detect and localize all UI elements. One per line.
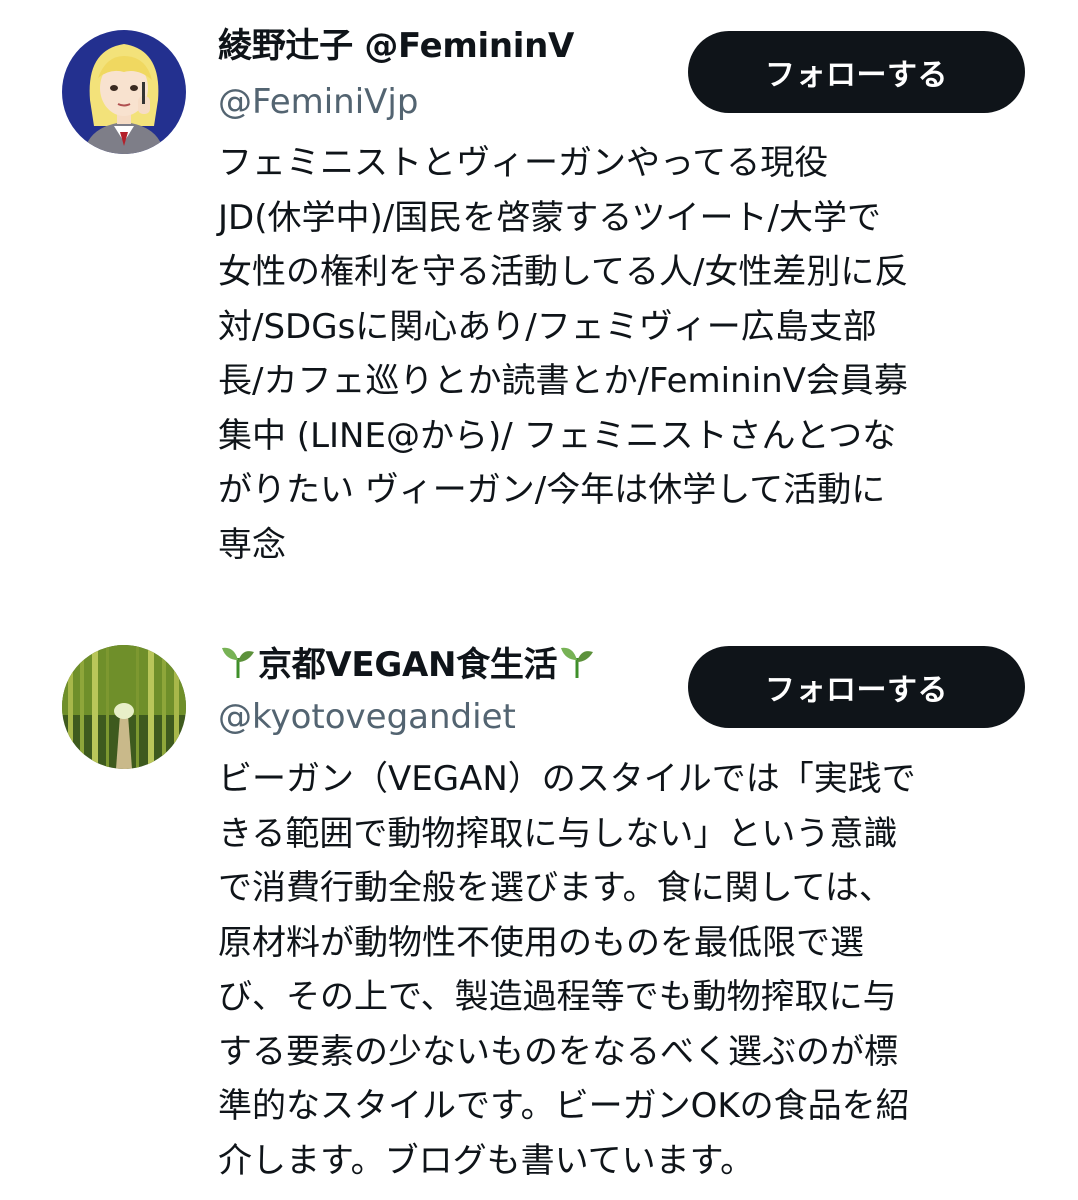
bio-line: 集中 (LINE@から)/ フェミニストさんとつな <box>218 415 897 456</box>
avatar[interactable] <box>62 30 186 154</box>
seedling-icon <box>561 647 594 678</box>
bio-line: 女性の権利を守る活動してる人/女性差別に反 <box>218 252 909 292</box>
avatar[interactable] <box>62 645 186 769</box>
illustrated-woman-avatar-icon <box>62 30 186 154</box>
bio-line: び、その上で、製造過程等でも動物搾取に与 <box>218 977 897 1017</box>
display-name-text: 京都VEGAN食生活 <box>258 645 558 685</box>
account-card[interactable]: 綾野辻子 @FemininV @FeminiVjp フォローする フェミニストと… <box>0 0 1078 600</box>
seedling-icon <box>222 647 254 678</box>
bio-line: 専念 <box>218 524 286 565</box>
follow-button[interactable]: フォローする <box>688 31 1025 113</box>
profile-bio: ビーガン（VEGAN）のスタイルでは「実践で きる範囲で動物搾取に与しない」とい… <box>218 752 1038 1188</box>
bio-line: 介します。ブログも書いています。 <box>218 1140 755 1181</box>
bio-line: きる範囲で動物搾取に与しない」という意識 <box>218 813 898 854</box>
account-card[interactable]: 京都VEGAN食生活 @kyotovegandiet フォローする ビーガン（V… <box>0 600 1078 1200</box>
bio-line: 原材料が動物性不使用のものを最低限で選 <box>218 922 864 963</box>
bio-line: がりたい ヴィーガン/今年は休学して活動に <box>218 470 886 510</box>
bio-line: 長/カフェ巡りとか読書とか/FemininV会員募 <box>218 361 908 401</box>
display-name[interactable]: 京都VEGAN食生活 <box>218 640 597 687</box>
bamboo-forest-avatar-icon <box>62 645 186 769</box>
user-handle[interactable]: @FeminiVjp <box>218 80 418 124</box>
bio-line: 準的なスタイルです。ビーガンOKの食品を紹 <box>218 1086 910 1126</box>
bio-line: する要素の少ないものをなるべく選ぶのが標 <box>218 1031 898 1072</box>
bio-line: JD(休学中)/国民を啓蒙するツイート/大学で <box>218 197 881 238</box>
user-handle[interactable]: @kyotovegandiet <box>218 695 516 739</box>
bio-line: 対/SDGsに関心あり/フェミヴィー広島支部 <box>218 306 877 347</box>
bio-line: ビーガン（VEGAN）のスタイルでは「実践で <box>218 759 916 799</box>
bio-line: で消費行動全般を選びます。食に関しては、 <box>218 868 893 908</box>
profile-bio: フェミニストとヴィーガンやってる現役 JD(休学中)/国民を啓蒙するツイート/大… <box>218 136 1038 572</box>
display-name[interactable]: 綾野辻子 @FemininV <box>218 24 574 68</box>
bio-line: フェミニストとヴィーガンやってる現役 <box>218 143 829 183</box>
follow-button[interactable]: フォローする <box>688 646 1025 728</box>
